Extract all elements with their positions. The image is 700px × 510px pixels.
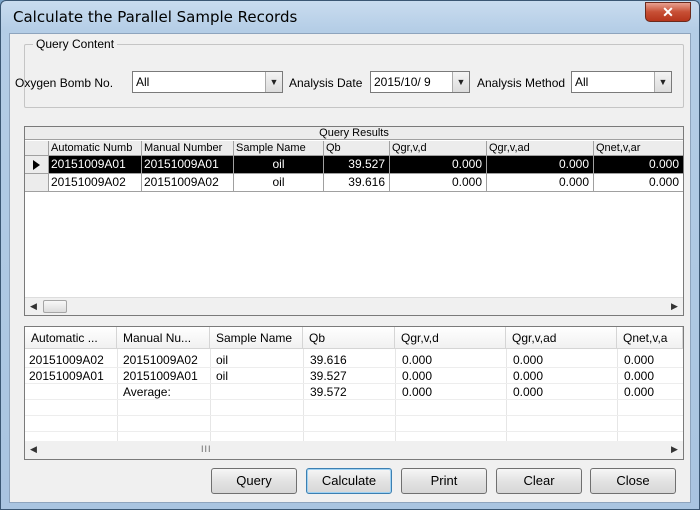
col-header-qnet-v-ar[interactable]: Qnet,v,ar	[594, 141, 683, 156]
list-cell: 0.000	[624, 369, 655, 383]
title-bar[interactable]: Calculate the Parallel Sample Records ✕	[1, 1, 699, 33]
col-header-manual-number[interactable]: Manual Number	[142, 141, 234, 156]
col-header-qb[interactable]: Qb	[324, 141, 390, 156]
arrow-left-icon[interactable]: ◀	[25, 298, 42, 315]
grid-cell[interactable]: 39.527	[324, 156, 390, 174]
average-qb: 39.572	[310, 385, 347, 399]
list-cell	[25, 384, 117, 400]
list-header-qgr-v-d[interactable]: Qgr,v,d	[395, 327, 506, 349]
oxygen-bomb-label: Oxygen Bomb No.	[15, 76, 114, 90]
analysis-method-label: Analysis Method	[477, 76, 566, 90]
calculation-list-hscrollbar[interactable]: ◀ III ▶	[25, 441, 683, 459]
scroll-thumb[interactable]	[43, 300, 67, 313]
grid-cell[interactable]: 20151009A02	[142, 174, 234, 192]
grid-cell[interactable]: 20151009A02	[49, 174, 142, 192]
arrow-right-icon[interactable]: ▶	[666, 298, 683, 315]
list-header-qb[interactable]: Qb	[303, 327, 395, 349]
grid-cell[interactable]: 0.000	[390, 156, 487, 174]
list-header-automatic[interactable]: Automatic ...	[25, 327, 117, 349]
column-divider	[303, 349, 304, 441]
list-cell: oil	[216, 369, 229, 383]
scroll-grip[interactable]: III	[201, 444, 212, 454]
query-results-hscrollbar[interactable]: ◀ ▶	[25, 297, 683, 315]
list-cell: 39.616	[310, 353, 347, 367]
grid-corner	[25, 141, 49, 156]
analysis-date-label: Analysis Date	[289, 76, 363, 90]
row-divider	[25, 431, 683, 432]
clear-button[interactable]: Clear	[496, 468, 582, 494]
grid-cell[interactable]: 20151009A01	[142, 156, 234, 174]
close-button[interactable]: Close	[590, 468, 676, 494]
col-header-qgr-v-ad[interactable]: Qgr,v,ad	[487, 141, 594, 156]
query-results-title: Query Results	[25, 127, 683, 140]
average-qgr-v-ad: 0.000	[513, 385, 544, 399]
list-header-qgr-v-ad[interactable]: Qgr,v,ad	[506, 327, 617, 349]
col-header-sample-name[interactable]: Sample Name	[234, 141, 324, 156]
row-pointer-icon	[33, 160, 40, 170]
oxygen-bomb-value: All	[136, 75, 150, 89]
window-close-button[interactable]: ✕	[645, 2, 691, 22]
list-cell: oil	[216, 353, 229, 367]
query-button[interactable]: Query	[211, 468, 297, 494]
column-divider	[117, 349, 118, 441]
column-divider	[395, 349, 396, 441]
list-cell: 20151009A01	[29, 369, 104, 383]
list-header-manual[interactable]: Manual Nu...	[117, 327, 210, 349]
analysis-method-value: All	[575, 75, 589, 89]
calculate-button[interactable]: Calculate	[306, 468, 392, 494]
average-qgr-v-d: 0.000	[402, 385, 433, 399]
average-label: Average:	[123, 385, 171, 399]
grid-cell[interactable]: oil	[234, 174, 324, 192]
list-cell: 20151009A01	[123, 369, 198, 383]
chevron-down-icon[interactable]: ▼	[265, 72, 282, 92]
dialog-window: Calculate the Parallel Sample Records ✕ …	[0, 0, 700, 510]
row-divider	[25, 415, 683, 416]
analysis-date-value: 2015/10/ 9	[374, 75, 431, 89]
col-header-automatic-number[interactable]: Automatic Numb	[49, 141, 142, 156]
arrow-right-icon[interactable]: ▶	[666, 441, 683, 458]
list-header-qnet-v-a[interactable]: Qnet,v,a	[617, 327, 683, 349]
row-indicator[interactable]	[25, 156, 49, 174]
grid-cell[interactable]: 20151009A01	[49, 156, 142, 174]
list-cell: 0.000	[402, 353, 433, 367]
calculation-list[interactable]: Automatic ... Manual Nu... Sample Name Q…	[24, 326, 684, 460]
list-cell: 20151009A02	[123, 353, 198, 367]
dialog-client-area: Query Content Oxygen Bomb No. All ▼ Anal…	[9, 33, 691, 503]
arrow-left-icon[interactable]: ◀	[25, 441, 42, 458]
grid-cell[interactable]: 0.000	[487, 156, 594, 174]
grid-cell[interactable]: oil	[234, 156, 324, 174]
grid-cell[interactable]: 0.000	[594, 174, 683, 192]
query-content-legend: Query Content	[33, 37, 118, 51]
window-title: Calculate the Parallel Sample Records	[13, 8, 298, 26]
row-indicator[interactable]	[25, 174, 49, 192]
chevron-down-icon[interactable]: ▼	[452, 72, 469, 92]
col-header-qgr-v-d[interactable]: Qgr,v,d	[390, 141, 487, 156]
grid-cell[interactable]: 0.000	[390, 174, 487, 192]
column-divider	[210, 349, 211, 441]
list-cell: 0.000	[624, 353, 655, 367]
column-divider	[617, 349, 618, 441]
chevron-down-icon[interactable]: ▼	[654, 72, 671, 92]
list-cell: 20151009A02	[29, 353, 104, 367]
grid-cell[interactable]: 39.616	[324, 174, 390, 192]
grid-cell[interactable]: 0.000	[594, 156, 683, 174]
list-cell: 0.000	[402, 369, 433, 383]
print-button[interactable]: Print	[401, 468, 487, 494]
list-header-sample-name[interactable]: Sample Name	[210, 327, 303, 349]
list-cell	[212, 384, 303, 400]
query-results-grid[interactable]: Query Results Automatic Numb Manual Numb…	[24, 126, 684, 316]
list-cell: 39.527	[310, 369, 347, 383]
list-cell: 0.000	[513, 353, 544, 367]
list-cell: 0.000	[513, 369, 544, 383]
analysis-method-select[interactable]: All ▼	[571, 71, 672, 93]
grid-cell[interactable]: 0.000	[487, 174, 594, 192]
oxygen-bomb-select[interactable]: All ▼	[132, 71, 283, 93]
analysis-date-picker[interactable]: 2015/10/ 9 ▼	[370, 71, 470, 93]
average-qnet-v-a: 0.000	[624, 385, 655, 399]
column-divider	[506, 349, 507, 441]
